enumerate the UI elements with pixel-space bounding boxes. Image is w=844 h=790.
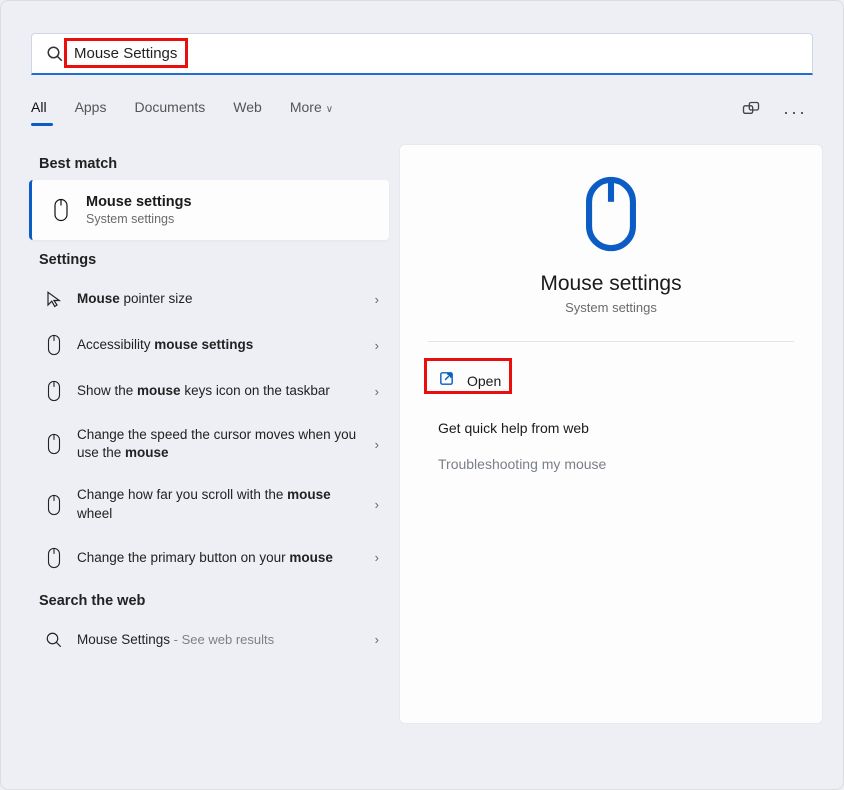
preview-subtitle: System settings: [565, 300, 657, 315]
result-mouse-keys-icon[interactable]: Show the mouse keys icon on the taskbar …: [29, 368, 389, 414]
chat-icon[interactable]: [741, 100, 761, 125]
result-cursor-speed[interactable]: Change the speed the cursor moves when y…: [29, 414, 389, 474]
result-scroll-wheel[interactable]: Change how far you scroll with the mouse…: [29, 474, 389, 534]
mouse-icon: [50, 198, 72, 222]
troubleshoot-link[interactable]: Troubleshooting my mouse: [438, 456, 794, 472]
chevron-right-icon: ›: [375, 550, 379, 565]
tab-more-label: More: [290, 99, 322, 115]
pointer-icon: [41, 288, 67, 310]
result-label: Change the speed the cursor moves when y…: [77, 426, 369, 462]
result-mouse-pointer-size[interactable]: Mouse pointer size ›: [29, 276, 389, 322]
active-tab-indicator: [31, 123, 53, 126]
quick-help-link[interactable]: Get quick help from web: [438, 420, 794, 436]
mouse-icon: [41, 494, 67, 516]
mouse-icon: [41, 334, 67, 356]
search-input[interactable]: [74, 45, 798, 62]
search-icon: [46, 45, 64, 63]
open-label: Open: [467, 373, 501, 389]
chevron-right-icon: ›: [375, 338, 379, 353]
overflow-menu-button[interactable]: ···: [783, 102, 807, 123]
chevron-right-icon: ›: [375, 632, 379, 647]
result-label: Change how far you scroll with the mouse…: [77, 486, 369, 522]
tab-documents[interactable]: Documents: [134, 99, 205, 125]
result-label: Change the primary button on your mouse: [77, 549, 369, 567]
chevron-right-icon: ›: [375, 292, 379, 307]
chevron-right-icon: ›: [375, 437, 379, 452]
result-primary-button[interactable]: Change the primary button on your mouse …: [29, 535, 389, 581]
tab-all[interactable]: All: [31, 99, 47, 125]
section-settings: Settings: [39, 252, 389, 268]
chevron-down-icon: ∨: [326, 104, 333, 115]
search-icon: [41, 629, 67, 651]
best-match-title: Mouse settings: [86, 194, 192, 210]
preview-pane: Mouse settings System settings Open Get …: [399, 144, 823, 724]
section-best-match: Best match: [39, 156, 389, 172]
mouse-icon: [41, 380, 67, 402]
result-label: Mouse Settings - See web results: [77, 631, 369, 649]
result-label: Mouse pointer size: [77, 290, 369, 308]
filter-tabs: All Apps Documents Web More ∨ ···: [31, 99, 813, 126]
result-label: Show the mouse keys icon on the taskbar: [77, 382, 369, 400]
best-match-subtitle: System settings: [86, 212, 192, 226]
open-external-icon: [438, 370, 455, 392]
chevron-right-icon: ›: [375, 497, 379, 512]
chevron-right-icon: ›: [375, 384, 379, 399]
mouse-icon: [41, 547, 67, 569]
divider: [428, 341, 794, 342]
section-search-web: Search the web: [39, 593, 389, 609]
best-match-result[interactable]: Mouse settings System settings: [29, 180, 389, 240]
tab-web[interactable]: Web: [233, 99, 262, 125]
tab-more[interactable]: More ∨: [290, 99, 333, 125]
tab-apps[interactable]: Apps: [75, 99, 107, 125]
preview-title: Mouse settings: [540, 272, 681, 296]
mouse-icon: [41, 433, 67, 455]
results-list: Best match Mouse settings System setting…: [29, 144, 389, 724]
search-bar[interactable]: [31, 33, 813, 75]
result-label: Accessibility mouse settings: [77, 336, 369, 354]
result-accessibility-mouse[interactable]: Accessibility mouse settings ›: [29, 322, 389, 368]
open-button[interactable]: Open: [428, 362, 511, 400]
mouse-icon-large: [581, 175, 641, 258]
result-web-search[interactable]: Mouse Settings - See web results ›: [29, 617, 389, 663]
